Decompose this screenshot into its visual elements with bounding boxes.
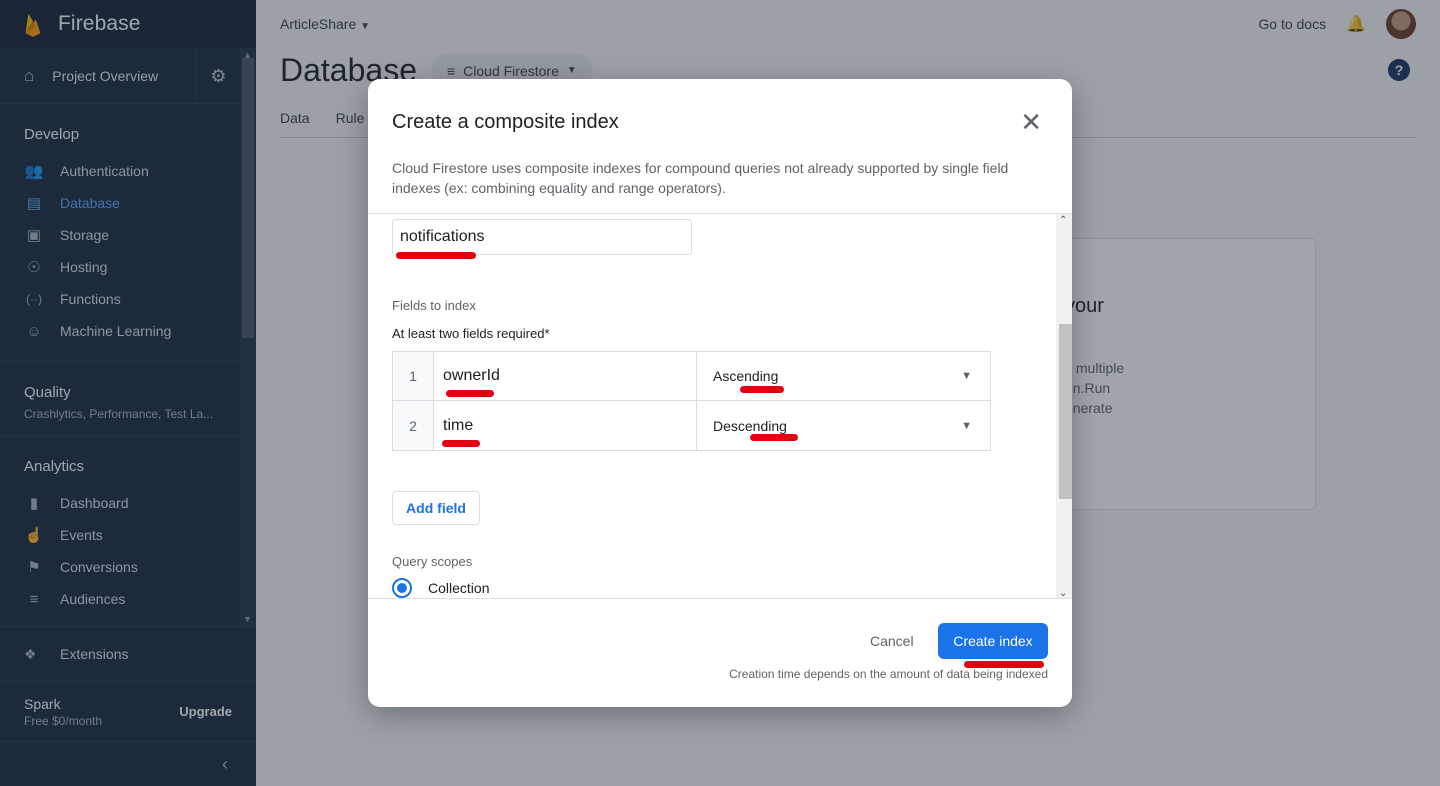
collection-scope-label[interactable]: Collection: [428, 580, 489, 596]
field-order-select[interactable]: Ascending ▼: [697, 352, 990, 400]
collection-scope-radio[interactable]: [392, 578, 412, 598]
cancel-button[interactable]: Cancel: [870, 633, 914, 649]
field-number: 2: [393, 401, 434, 450]
dialog-scrollbar[interactable]: ⌃ ⌄: [1056, 214, 1072, 598]
field-order-value: Descending: [713, 417, 787, 434]
create-index-button[interactable]: Create index: [938, 623, 1048, 659]
red-annotation: [396, 252, 476, 259]
field-number: 1: [393, 352, 434, 400]
field-order-value: Ascending: [713, 368, 779, 384]
fields-to-index-label: Fields to index: [392, 298, 476, 313]
dropdown-arrow-icon: ▼: [961, 370, 972, 382]
red-annotation: [750, 434, 798, 441]
collection-id-input[interactable]: notifications: [392, 219, 692, 255]
scroll-down-icon[interactable]: ⌄: [1059, 588, 1067, 598]
red-annotation: [740, 386, 784, 393]
fields-required-label: At least two fields required*: [392, 326, 550, 341]
red-annotation: [446, 390, 494, 397]
dialog-description: Cloud Firestore uses composite indexes f…: [392, 160, 1009, 196]
dialog-body: notifications Fields to index At least t…: [368, 213, 1072, 599]
scroll-up-icon[interactable]: ⌃: [1059, 215, 1067, 226]
create-index-dialog: Create a composite index ✕ Cloud Firesto…: [368, 79, 1072, 707]
dialog-scroll-thumb[interactable]: [1059, 324, 1072, 499]
fields-table: 1 ownerId Ascending ▼ 2 time Descending …: [392, 351, 991, 451]
dialog-title: Create a composite index: [392, 111, 619, 133]
field-order-select[interactable]: Descending ▼: [697, 401, 990, 450]
close-icon[interactable]: ✕: [1020, 109, 1042, 135]
creation-time-note: Creation time depends on the amount of d…: [729, 667, 1048, 681]
add-field-button[interactable]: Add field: [392, 491, 480, 525]
query-scopes-label: Query scopes: [392, 554, 473, 569]
dropdown-arrow-icon: ▼: [961, 419, 972, 432]
table-row: 2 time Descending ▼: [393, 401, 990, 450]
red-annotation: [442, 440, 480, 447]
